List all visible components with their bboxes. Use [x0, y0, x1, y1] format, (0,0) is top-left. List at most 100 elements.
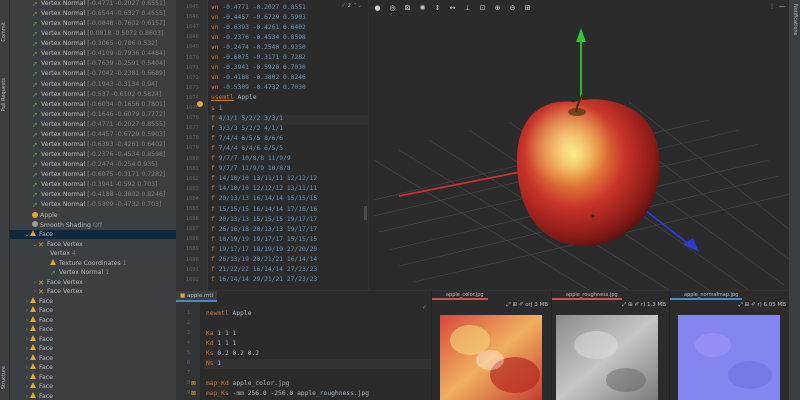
tree-item-vertex-normal[interactable]: ➚ Vertex Normal 1 — [10, 268, 176, 277]
code-keyword: vn — [211, 74, 219, 82]
normal-icon: ➚ — [32, 30, 38, 39]
tree-item-vertex[interactable]: Vertex 4 — [10, 249, 176, 258]
model-3d-viewport[interactable]: ● ◎ ⊠ ✺ ↕ ↔ ⊥ ⊡ ⊕ ⊖ ⊞ ⋮ — — [368, 0, 789, 290]
tree-item-vertex-normal[interactable]: ➚ Vertex Normal [-0.4188 -0.3802 0.8246] — [10, 190, 176, 199]
tree-item-vertex-normal[interactable]: ➚ Vertex Normal [-0.5309 -0.4732 0.703] — [10, 200, 176, 209]
apple-model — [517, 93, 660, 246]
tree-item-face-vertex-2[interactable]: › ✕ Face Vertex — [10, 278, 176, 287]
tree-item-vertex-normal[interactable]: ➚ Vertex Normal [-0.6075 -0.3171 0.7282] — [10, 170, 176, 179]
tree-item-face[interactable]: › Face — [10, 391, 176, 400]
texture-pane-roughness[interactable]: apple_roughness.jpg ⤢ ⊞ ✐ r) 1.3 MB — [551, 290, 669, 400]
tab-apple-normalmap[interactable]: apple_normalmap.jpg — [670, 291, 743, 300]
tree-item-vertex-normal[interactable]: ➚ Vertex Normal [-0.6034 -0.1656 0.7801] — [10, 100, 176, 109]
tree-item-vertex-normal[interactable]: ➚ Vertex Normal [0.0818 -0.5072 0.8603] — [10, 29, 176, 38]
tree-item-value: [-0.7639 -0.2591 0.5404] — [87, 60, 166, 68]
code-line: f 20/13/13 16/14/14 15/15/15 — [211, 195, 317, 202]
tree-item-apple[interactable]: Apple — [10, 211, 176, 220]
tree-item-vertex-normal[interactable]: ➚ Vertex Normal [-0.7042 -0.2381 0.6689] — [10, 69, 176, 78]
tree-item-face[interactable]: › Face — [10, 334, 176, 344]
inspection-count: 2 — [347, 3, 352, 9]
tree-item-value: [-0.6034 -0.1656 0.7801] — [87, 100, 166, 108]
tree-item-face[interactable]: › Face — [10, 382, 176, 391]
tree-item-vertex-normal[interactable]: ➚ Vertex Normal [-0.1646 -0.6079 0.7772] — [10, 110, 176, 119]
tab-apple-mtl[interactable]: ■ apple.mtl — [176, 291, 218, 302]
fit-icon[interactable]: ⤢ — [622, 302, 626, 308]
color-picker-icon[interactable]: ✐ — [519, 302, 524, 308]
color-picker-icon[interactable]: ✐ — [634, 302, 639, 308]
tree-item-face[interactable]: › Face — [10, 363, 176, 372]
face-icon — [30, 372, 36, 379]
code-args: 20/13/13 15/15/15 19/17/17 — [214, 215, 318, 223]
tree-item-value: [-0.537 -0.6102 0.5824] — [87, 90, 162, 98]
tree-item-vertex-normal[interactable]: ➚ Vertex Normal [-0.7639 -0.2591 0.5404] — [10, 59, 176, 68]
grid-icon[interactable]: ⊞ — [628, 302, 633, 308]
tree-item-vertex-normal[interactable]: ➚ Vertex Normal [-0.0848 -0.7602 0.6157] — [10, 19, 176, 28]
tree-item-face[interactable]: › Face — [10, 353, 176, 363]
code-keyword: vn — [211, 54, 219, 61]
apple-roughness-texture — [556, 315, 658, 400]
check-icon: ✓ — [421, 304, 427, 311]
commit-tab[interactable]: Commit — [1, 22, 9, 42]
notifications-tab[interactable]: Notifications — [790, 4, 798, 35]
obj-editor[interactable]: 1645 1646 1647 1648 1649 1670 1671 1672 1673 1674… — [176, 0, 368, 290]
tree-item-label: Face — [39, 345, 53, 352]
mtl-line: map_Kd apple_color.jpg — [206, 380, 289, 387]
image-info: r) 1.3 MB — [640, 302, 666, 308]
code-line: usemtl Apple — [211, 94, 257, 101]
image-link-icon[interactable]: ⊠ — [191, 380, 196, 387]
tree-item-texture-coordinates[interactable]: Texture Coordinates 1 — [10, 258, 176, 268]
texture-pane-color[interactable]: apple_color.jpg ⤢ ⊞ ✐ orJ 3 MB — [431, 290, 551, 400]
scrollbar-thumb[interactable] — [364, 206, 367, 220]
tree-item-label: Vertex Normal — [41, 100, 86, 108]
tab-apple-color[interactable]: apple_color.jpg — [432, 291, 488, 300]
line-number: 1678 — [185, 135, 199, 142]
line-number: 1673 — [185, 84, 199, 91]
fit-icon[interactable]: ⤢ — [738, 302, 742, 308]
tree-item-face[interactable]: › Face — [10, 315, 176, 325]
normal-icon: ➚ — [32, 181, 38, 190]
normal-icon: ➚ — [32, 110, 38, 119]
tree-item-vertex-normal[interactable]: ➚ Vertex Normal [-0.537 -0.6102 0.5824] — [10, 90, 176, 99]
grid-icon[interactable]: ⊞ — [745, 302, 750, 308]
texture-pane-normalmap[interactable]: apple_normalmap.jpg ⤢ ⊞ ✐ r) 6.05 MB — [669, 290, 789, 400]
code-args: -0.4457 -0.6729 0.5903 — [218, 13, 306, 21]
tree-item-vertex-normal[interactable]: ➚ Vertex Normal [-0.4771 -0.2027 0.6551] — [10, 0, 176, 8]
grid-icon[interactable]: ⊞ — [513, 302, 518, 308]
normal-icon: ➚ — [32, 10, 38, 19]
structure-tab[interactable]: Structure — [1, 366, 9, 389]
tree-item-vertex-normal[interactable]: ➚ Vertex Normal [-0.2376 -0.4534 0.8598] — [10, 150, 176, 159]
tree-item-face[interactable]: › Face — [10, 306, 176, 315]
tree-item-face[interactable]: › Face — [10, 325, 176, 334]
tree-item-face-vertex-3[interactable]: › ✕ Face Vertex — [10, 287, 176, 296]
mtl-line: newmtl Apple — [206, 310, 252, 317]
tree-item-vertex-normal[interactable]: ➚ Vertex Normal [-0.4109 -0.7936 0.4484] — [10, 49, 176, 58]
tree-item-vertex-normal[interactable]: ➚ Vertex Normal [-0.6544 -0.6327 0.4555] — [10, 9, 176, 18]
pull-requests-tab[interactable]: Pull Requests — [1, 78, 9, 111]
tree-item-vertex-normal[interactable]: ➚ Vertex Normal [-0.1943 -0.3134 0.94] — [10, 80, 176, 89]
tree-item-vertex-normal[interactable]: ➚ Vertex Normal [-0.4771 -0.2027 0.8555] — [10, 120, 176, 129]
code-line: vn -0.4457 -0.6729 0.5903 — [211, 14, 306, 21]
color-picker-icon[interactable]: ✐ — [751, 302, 756, 308]
tree-item-smooth-shading[interactable]: Smooth Shading Off — [10, 221, 176, 230]
tree-item-label: Vertex Normal — [41, 181, 86, 189]
tree-item-vertex-normal[interactable]: ➚ Vertex Normal [-0.4457 -0.6729 0.5903] — [10, 130, 176, 139]
tree-item-vertex-normal[interactable]: ➚ Vertex Normal [-0.2474 -0.254 0.935] — [10, 160, 176, 169]
tree-item-face-vertex[interactable]: ⌄✕ Face Vertex — [10, 240, 176, 249]
fit-icon[interactable]: ⤢ — [506, 302, 510, 308]
image-link-icon[interactable]: ⊠ — [191, 390, 196, 397]
tree-item-face[interactable]: › Face — [10, 344, 176, 353]
tree-item-vertex-normal[interactable]: ➚ Vertex Normal [-0.3065 -0.786 0.532] — [10, 39, 176, 48]
mtl-editor[interactable]: ■ apple.mtl 12345678910 newmtl AppleKa 1… — [176, 290, 431, 400]
inspection-widget[interactable]: ✓ 2 ⌃⌄ — [341, 3, 362, 9]
tree-item-face[interactable]: › Face — [10, 372, 176, 382]
chevron-down-icon[interactable]: ⌄ — [357, 3, 362, 9]
material-gutter-icon[interactable] — [197, 101, 203, 107]
code-line: f 9/7/7 10/8/8 11/9/9 — [211, 155, 291, 162]
tab-apple-roughness[interactable]: apple_roughness.jpg — [552, 291, 622, 300]
tree-item-face-selected[interactable]: ⌄ Face — [10, 230, 176, 240]
tree-item-label: Vertex Normal — [41, 50, 86, 58]
tree-item-vertex-normal[interactable]: ➚ Vertex Normal [-0.3941 -0.592 0.703] — [10, 180, 176, 189]
left-tool-strip: Commit Pull Requests Structure — [0, 0, 10, 400]
tree-item-vertex-normal[interactable]: ➚ Vertex Normal [-0.6393 -0.4261 0.6402] — [10, 140, 176, 149]
tree-item-face[interactable]: › Face — [10, 296, 176, 306]
